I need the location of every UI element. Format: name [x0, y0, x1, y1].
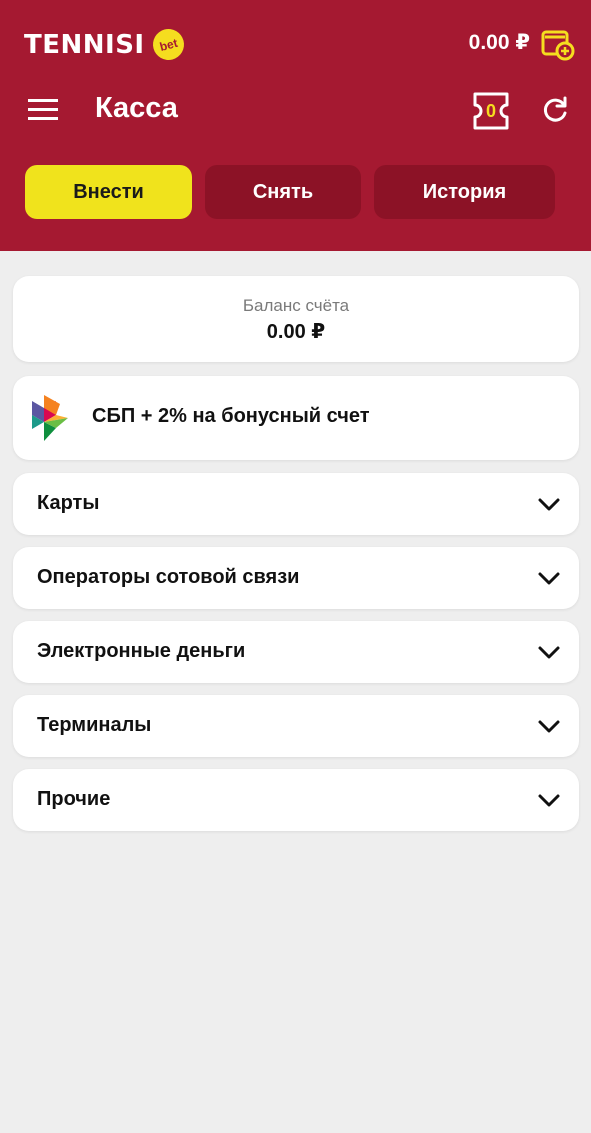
chevron-down-icon: [538, 720, 560, 733]
balance-card: Баланс счёта 0.00 ₽: [13, 276, 579, 362]
method-label: Прочие: [37, 788, 111, 810]
chevron-down-icon: [538, 572, 560, 585]
logo-badge: bet: [149, 25, 188, 64]
logo-text: TENNISI: [24, 29, 145, 60]
header-balance: 0.00 ₽: [468, 31, 530, 54]
method-mobile-operators[interactable]: Операторы сотовой связи: [13, 547, 579, 609]
method-cards[interactable]: Карты: [13, 473, 579, 535]
balance-label: Баланс счёта: [242, 296, 350, 315]
sbp-payment-option[interactable]: СБП + 2% на бонусный счет: [13, 376, 579, 460]
sbp-logo-icon: [32, 395, 68, 441]
page-title: Касса: [95, 92, 178, 124]
refresh-icon[interactable]: [541, 96, 569, 124]
method-label: Операторы сотовой связи: [37, 566, 300, 588]
brand-logo[interactable]: TENNISI bet: [24, 25, 188, 64]
coupon-count: 0: [485, 100, 496, 121]
method-other[interactable]: Прочие: [13, 769, 579, 831]
method-terminals[interactable]: Терминалы: [13, 695, 579, 757]
tab-withdraw[interactable]: Снять: [205, 165, 361, 219]
tab-deposit[interactable]: Внести: [25, 165, 192, 219]
wallet-add-icon[interactable]: [541, 27, 575, 61]
method-e-money[interactable]: Электронные деньги: [13, 621, 579, 683]
menu-icon[interactable]: [28, 97, 58, 121]
sbp-label: СБП + 2% на бонусный счет: [92, 405, 370, 427]
chevron-down-icon: [538, 646, 560, 659]
chevron-down-icon: [538, 794, 560, 807]
method-label: Карты: [37, 492, 100, 514]
chevron-down-icon: [538, 498, 560, 511]
tab-history[interactable]: История: [374, 165, 555, 219]
balance-value: 0.00 ₽: [266, 321, 326, 343]
method-label: Электронные деньги: [37, 640, 246, 662]
method-label: Терминалы: [37, 714, 152, 736]
app-header: TENNISI bet 0.00 ₽ Касса 0 Внести Снять …: [0, 0, 591, 251]
